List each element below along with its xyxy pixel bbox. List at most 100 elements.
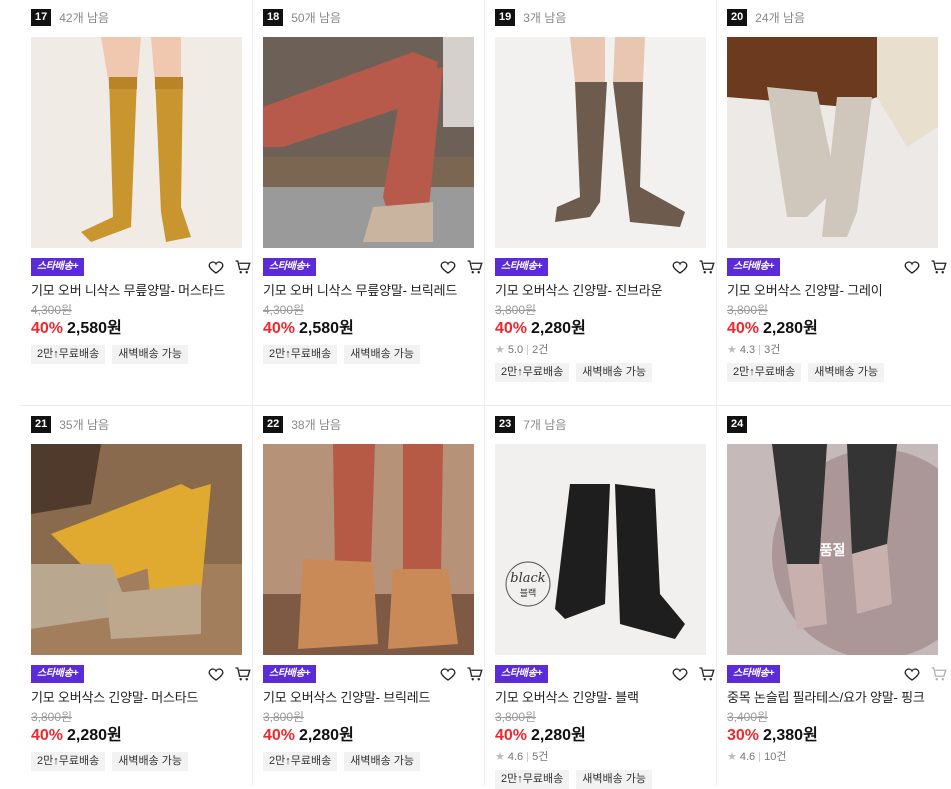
rank-row: 18 50개 남음 — [263, 6, 485, 28]
product-title[interactable]: 기모 오버삭스 긴양말- 브릭레드 — [263, 690, 485, 706]
cart-icon[interactable] — [697, 664, 717, 684]
original-price: 3,400원 — [727, 710, 769, 724]
cart-icon[interactable] — [697, 257, 717, 277]
heart-icon[interactable] — [438, 257, 458, 277]
action-row: 스타배송+ — [263, 663, 485, 685]
star-delivery-badge: 스타배송+ — [31, 258, 85, 276]
product-card[interactable]: 24 품절 스타배송+ 중목 논슬립 필라테스/요가 양말- 핑크 3,400원 30%… — [717, 407, 949, 764]
action-row: 스타배송+ — [31, 663, 253, 685]
heart-icon[interactable] — [670, 257, 690, 277]
star-delivery-badge: 스타배송+ — [263, 258, 317, 276]
shipping-tags: 2만↑무료배송 새벽배송 가능 — [263, 345, 485, 364]
price-row: 40% 2,280원 — [727, 319, 949, 339]
product-image[interactable]: black 블랙 — [495, 444, 706, 655]
rank-row: 17 42개 남음 — [31, 6, 253, 28]
stock-remaining: 3개 남음 — [523, 10, 567, 25]
rating-row: ★ 5.0 2건 — [495, 343, 717, 357]
product-title[interactable]: 기모 오버 니삭스 무릎양말- 머스타드 — [31, 283, 253, 299]
star-delivery-badge: 스타배송+ — [263, 665, 317, 683]
product-title[interactable]: 기모 오버삭스 긴양말- 블랙 — [495, 690, 717, 706]
star-icon: ★ — [495, 344, 505, 356]
product-image[interactable] — [31, 37, 242, 248]
rating-row: ★ 4.6 5건 — [495, 750, 717, 764]
heart-icon[interactable] — [206, 257, 226, 277]
shipping-tag: 새벽배송 가능 — [112, 345, 188, 364]
discount-percent: 40% — [495, 320, 528, 337]
sale-price: 2,280원 — [763, 320, 818, 337]
product-image[interactable] — [263, 444, 474, 655]
product-image[interactable] — [263, 37, 474, 248]
star-delivery-badge: 스타배송+ — [727, 258, 781, 276]
cart-icon[interactable] — [929, 257, 949, 277]
product-title[interactable]: 기모 오버삭스 긴양말- 머스타드 — [31, 690, 253, 706]
product-image[interactable] — [727, 37, 938, 248]
soldout-label: 품절 — [727, 444, 938, 655]
star-icon: ★ — [727, 344, 737, 356]
product-card[interactable]: 23 7개 남음 black 블랙 스타배송+ 기모 오버삭스 긴양말- 블랙 3,80… — [485, 407, 717, 789]
product-title[interactable]: 기모 오버 니삭스 무릎양말- 브릭레드 — [263, 283, 485, 299]
review-count: 2건 — [532, 344, 549, 356]
price-row: 40% 2,580원 — [263, 319, 485, 339]
star-icon: ★ — [727, 751, 737, 763]
stock-remaining: 24개 남음 — [755, 10, 806, 25]
price-row: 40% 2,280원 — [495, 726, 717, 746]
stock-remaining: 35개 남음 — [59, 417, 110, 432]
cart-icon[interactable] — [465, 257, 485, 277]
sale-price: 2,580원 — [299, 320, 354, 337]
stock-remaining: 38개 남음 — [291, 417, 342, 432]
rank-badge: 23 — [495, 415, 516, 433]
action-row: 스타배송+ — [727, 256, 949, 278]
original-price: 3,800원 — [727, 303, 769, 317]
price-row: 40% 2,280원 — [495, 319, 717, 339]
product-title[interactable]: 중목 논슬립 필라테스/요가 양말- 핑크 — [727, 690, 949, 706]
sale-price: 2,580원 — [67, 320, 122, 337]
review-count: 3건 — [764, 344, 781, 356]
price-row: 40% 2,580원 — [31, 319, 253, 339]
discount-percent: 40% — [263, 320, 296, 337]
rank-row: 24 — [727, 413, 949, 435]
shipping-tag: 새벽배송 가능 — [576, 770, 652, 789]
shipping-tag: 새벽배송 가능 — [344, 345, 420, 364]
price-row: 40% 2,280원 — [31, 726, 253, 746]
product-card[interactable]: 17 42개 남음 스타배송+ 기모 오버 니삭스 무릎양말- 머스타드 4,300원… — [21, 0, 253, 364]
heart-icon[interactable] — [206, 664, 226, 684]
svg-text:black: black — [510, 571, 546, 586]
shipping-tag: 2만↑무료배송 — [263, 752, 338, 771]
discount-percent: 40% — [495, 727, 528, 744]
heart-icon[interactable] — [902, 664, 922, 684]
rank-row: 20 24개 남음 — [727, 6, 949, 28]
rank-badge: 20 — [727, 8, 748, 26]
rank-row: 22 38개 남음 — [263, 413, 485, 435]
shipping-tags: 2만↑무료배송 새벽배송 가능 — [495, 770, 717, 789]
product-image[interactable] — [31, 444, 242, 655]
shipping-tag: 2만↑무료배송 — [263, 345, 338, 364]
cart-icon[interactable] — [233, 257, 253, 277]
shipping-tag: 2만↑무료배송 — [31, 752, 106, 771]
shipping-tag: 새벽배송 가능 — [576, 363, 652, 382]
product-card[interactable]: 22 38개 남음 스타배송+ 기모 오버삭스 긴양말- 브릭레드 3,800원 40%… — [253, 407, 485, 771]
product-card[interactable]: 20 24개 남음 스타배송+ 기모 오버삭스 긴양말- 그레이 3,800원 40% 2… — [717, 0, 949, 382]
divider — [759, 345, 761, 355]
cart-icon[interactable] — [929, 664, 949, 684]
shipping-tags: 2만↑무료배송 새벽배송 가능 — [495, 363, 717, 382]
product-image[interactable]: 품절 — [727, 444, 938, 655]
shipping-tags: 2만↑무료배송 새벽배송 가능 — [31, 752, 253, 771]
product-title[interactable]: 기모 오버삭스 긴양말- 진브라운 — [495, 283, 717, 299]
product-image[interactable] — [495, 37, 706, 248]
original-price: 4,300원 — [263, 303, 305, 317]
stock-remaining: 42개 남음 — [59, 10, 110, 25]
product-card[interactable]: 19 3개 남음 스타배송+ 기모 오버삭스 긴양말- 진브라운 3,800원 40% 2… — [485, 0, 717, 382]
product-title[interactable]: 기모 오버삭스 긴양말- 그레이 — [727, 283, 949, 299]
cart-icon[interactable] — [465, 664, 485, 684]
rank-row: 21 35개 남음 — [31, 413, 253, 435]
shipping-tags: 2만↑무료배송 새벽배송 가능 — [263, 752, 485, 771]
shipping-tag: 2만↑무료배송 — [31, 345, 106, 364]
product-card[interactable]: 18 50개 남음 스타배송+ 기모 오버 니삭스 무릎양말- 브릭레드 4,300원… — [253, 0, 485, 364]
cart-icon[interactable] — [233, 664, 253, 684]
star-icon: ★ — [495, 751, 505, 763]
heart-icon[interactable] — [438, 664, 458, 684]
heart-icon[interactable] — [670, 664, 690, 684]
heart-icon[interactable] — [902, 257, 922, 277]
product-card[interactable]: 21 35개 남음 스타배송+ 기모 오버삭스 긴양말- 머스타드 3,800원 40%… — [21, 407, 253, 771]
discount-percent: 40% — [263, 727, 296, 744]
